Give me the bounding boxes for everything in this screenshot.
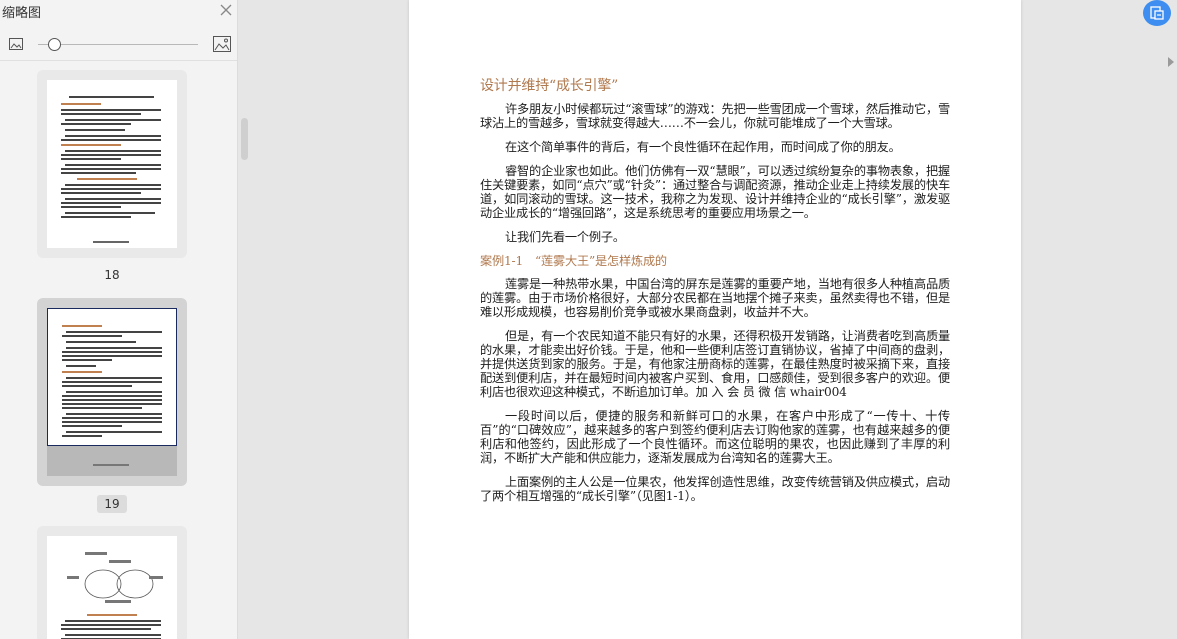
paragraph: 让我们先看一个例子。 [505, 230, 625, 244]
panel-title: 缩略图 [2, 6, 42, 21]
thumbnail-page-19[interactable] [37, 298, 187, 486]
zoom-slider-track[interactable] [38, 44, 198, 45]
section-title: 设计并维持“成长引擎” [480, 78, 619, 94]
image-large-icon[interactable] [213, 36, 231, 52]
thumbnail-scrollbar[interactable] [241, 118, 248, 160]
document-page: 设计并维持“成长引擎” 许多朋友小时候都玩过“滚雪球”的游戏：先把一些雪团成一个… [409, 0, 1021, 639]
thumbnail-page-18[interactable] [37, 70, 187, 258]
thumbnail-panel: 缩略图 18 19 [0, 0, 238, 639]
paragraph: 莲雾是一种热带水果，中国台湾的屏东是莲雾的重要产地，当地有很多人种植高品质的莲雾… [480, 277, 950, 319]
paragraph: 睿智的企业家也如此。他们仿佛有一双“慧眼”，可以透过缤纷复杂的事物表象，把握住关… [480, 164, 950, 220]
toolbar-divider [0, 60, 237, 61]
case-title: 案例1-1 “莲雾大王”是怎样炼成的 [480, 254, 667, 268]
paragraph: 许多朋友小时候都玩过“滚雪球”的游戏：先把一些雪团成一个雪球，然后推动它，雪球沾… [480, 102, 950, 130]
thumbnail-preview [47, 80, 177, 248]
translate-doc-button[interactable] [1143, 0, 1171, 26]
image-small-icon[interactable] [9, 38, 23, 50]
chevron-right-icon[interactable] [1166, 56, 1176, 68]
translate-doc-icon [1150, 6, 1164, 20]
thumbnail-page-number: 18 [104, 268, 120, 282]
thumbnail-preview [47, 308, 177, 446]
paragraph: 但是，有一个农民知道不能只有好的水果，还得积极开发销路，让消费者吃到高质量的水果… [480, 329, 950, 399]
thumbnail-viewport-overlay [47, 446, 177, 476]
paragraph: 一段时间以后，便捷的服务和新鲜可口的水果，在客户中形成了“一传十、十传百”的“口… [480, 409, 950, 465]
thumbnail-page-20[interactable] [37, 526, 187, 639]
thumbnail-preview [47, 536, 177, 639]
close-icon[interactable] [219, 3, 233, 17]
paragraph: 上面案例的主人公是一位果农，他发挥创造性思维，改变传统营销及供应模式，启动了两个… [480, 475, 950, 503]
paragraph: 在这个简单事件的背后，有一个良性循环在起作用，而时间成了你的朋友。 [505, 140, 901, 154]
zoom-slider-handle[interactable] [48, 38, 61, 51]
thumbnail-page-number-selected: 19 [97, 495, 127, 513]
thumbnail-zoom-toolbar [0, 32, 237, 58]
page-text: 设计并维持“成长引擎” 许多朋友小时候都玩过“滚雪球”的游戏：先把一些雪团成一个… [480, 77, 950, 513]
diagram-preview [67, 552, 163, 603]
